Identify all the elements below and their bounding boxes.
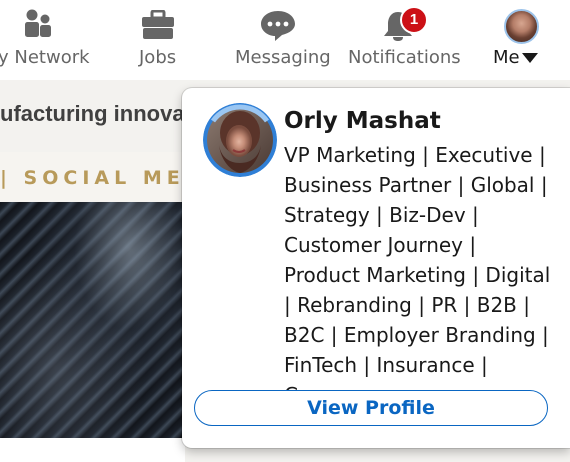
nav-label-notifications: Notifications [348,47,461,68]
post-footer [0,438,185,462]
post-title[interactable]: ufacturing innova [0,101,185,127]
post-banner: | SOCIAL ME [0,152,185,202]
caret-down-icon [522,53,538,63]
view-profile-button[interactable]: View Profile [194,390,548,426]
briefcase-icon [142,10,174,39]
notification-count-badge: 1 [400,6,428,34]
avatar [504,9,539,44]
nav-jobs[interactable]: Jobs [128,0,188,80]
nav-label-jobs: Jobs [139,47,177,68]
nav-notifications[interactable]: Notifications [346,0,461,80]
nav-me[interactable]: Me [488,0,548,80]
top-nav: y Network Jobs Messaging Notifications 1… [0,0,570,80]
post-image[interactable] [0,202,185,438]
nav-my-network[interactable]: y Network [0,0,95,80]
nav-messaging[interactable]: Messaging [232,0,331,80]
people-icon [25,9,51,37]
nav-label-my-network: y Network [0,47,90,68]
nav-label-messaging: Messaging [235,47,331,68]
chat-icon [261,11,295,41]
profile-avatar[interactable] [203,103,277,177]
nav-label-me: Me [493,47,520,68]
profile-photo [203,103,277,177]
profile-headline: VP Marketing | Executive | Business Part… [284,143,551,407]
banner-text: | SOCIAL ME [0,167,185,189]
profile-name: Orly Mashat [284,108,441,134]
